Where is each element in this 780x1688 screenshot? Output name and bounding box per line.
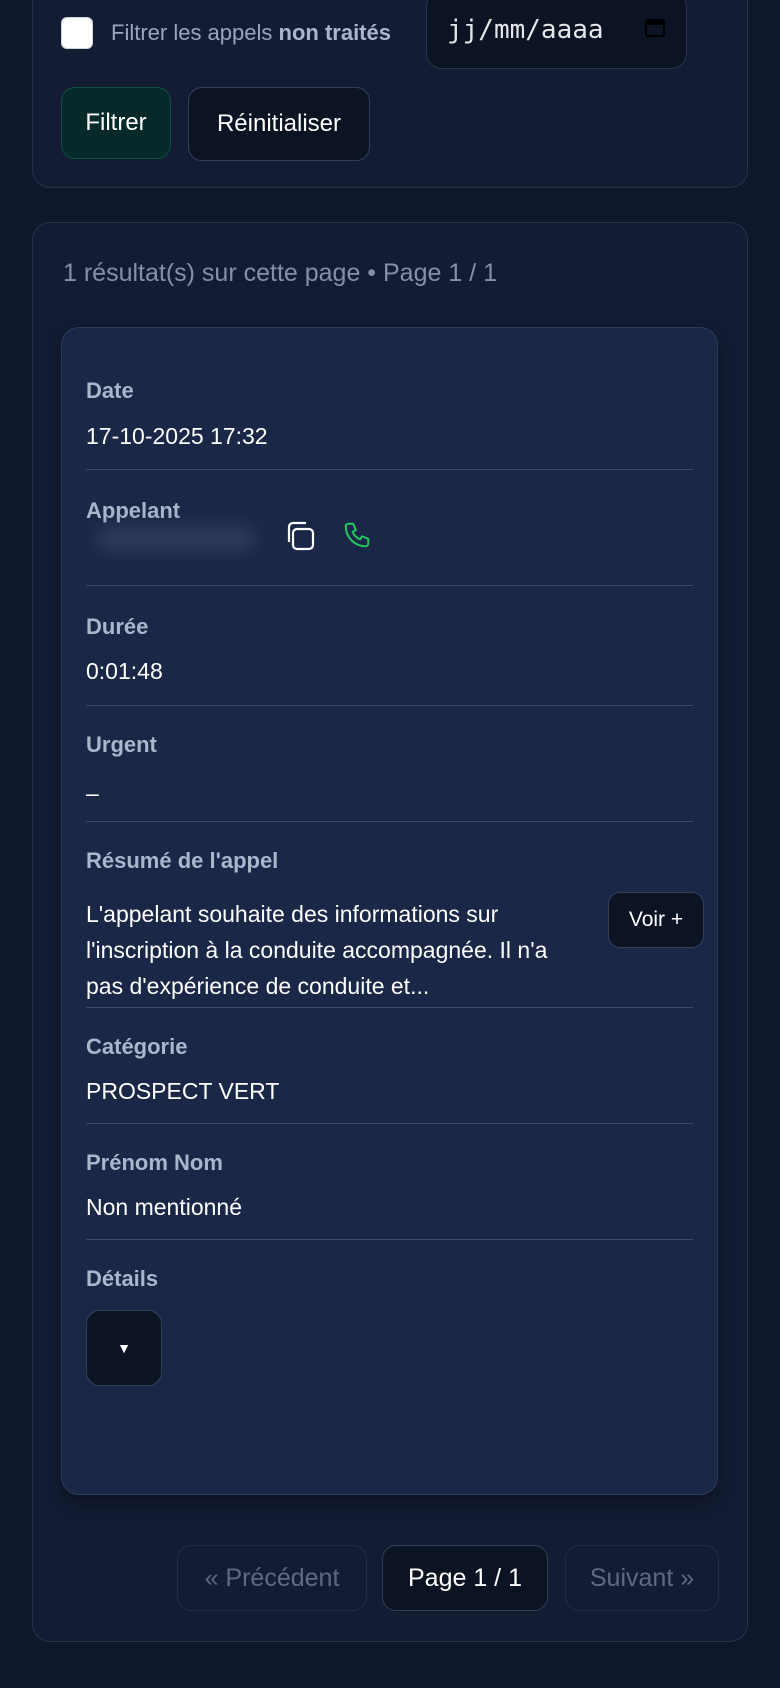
call-card: Date 17-10-2025 17:32 Appelant Durée 0:0… <box>61 327 718 1495</box>
field-duration: Durée 0:01:48 <box>86 586 693 706</box>
phone-icon[interactable] <box>342 520 372 550</box>
field-category: Catégorie PROSPECT VERT <box>86 1008 693 1124</box>
current-page-indicator: Page 1 / 1 <box>382 1545 548 1611</box>
field-details: Détails ▼ <box>86 1240 693 1386</box>
field-summary: Résumé de l'appel L'appelant souhaite de… <box>86 822 704 1008</box>
caller-label: Appelant <box>86 498 181 523</box>
duration-value: 0:01:48 <box>86 658 163 684</box>
date-placeholder: jj/mm/aaaa <box>447 15 604 45</box>
copy-icon[interactable] <box>282 518 318 554</box>
see-more-button[interactable]: Voir + <box>608 892 704 948</box>
category-value: PROSPECT VERT <box>86 1078 280 1104</box>
field-name: Prénom Nom Non mentionné <box>86 1124 693 1240</box>
unprocessed-checkbox-label: Filtrer les appels non traités <box>111 20 391 46</box>
name-value: Non mentionné <box>86 1194 242 1220</box>
calendar-icon[interactable] <box>644 16 666 38</box>
checkbox-label-bold: non traités <box>278 20 391 45</box>
details-toggle-button[interactable]: ▼ <box>86 1310 162 1386</box>
unprocessed-filter-row: Filtrer les appels non traités <box>61 17 391 49</box>
unprocessed-checkbox[interactable] <box>61 17 93 49</box>
next-page-button[interactable]: Suivant » <box>565 1545 719 1611</box>
date-label: Date <box>86 378 134 403</box>
duration-label: Durée <box>86 614 149 639</box>
field-urgent: Urgent – <box>86 706 693 822</box>
date-input[interactable]: jj/mm/aaaa <box>426 0 687 69</box>
caller-number-redacted <box>96 526 256 552</box>
summary-label: Résumé de l'appel <box>86 848 279 873</box>
urgent-label: Urgent <box>86 732 157 757</box>
filter-panel: Filtrer les appels non traités jj/mm/aaa… <box>32 0 748 188</box>
field-caller: Appelant <box>86 470 693 586</box>
date-value: 17-10-2025 17:32 <box>86 423 268 449</box>
field-date: Date 17-10-2025 17:32 <box>86 328 693 470</box>
category-label: Catégorie <box>86 1034 188 1059</box>
checkbox-label-text: Filtrer les appels <box>111 20 273 45</box>
prev-page-button[interactable]: « Précédent <box>177 1545 367 1611</box>
reset-button[interactable]: Réinitialiser <box>188 87 370 161</box>
summary-value: L'appelant souhaite des informations sur… <box>86 901 548 999</box>
filter-button[interactable]: Filtrer <box>61 87 171 159</box>
name-label: Prénom Nom <box>86 1150 223 1175</box>
results-summary: 1 résultat(s) sur cette page • Page 1 / … <box>63 259 497 287</box>
urgent-value: – <box>86 780 99 806</box>
results-panel: 1 résultat(s) sur cette page • Page 1 / … <box>32 222 748 1642</box>
details-label: Détails <box>86 1266 159 1291</box>
